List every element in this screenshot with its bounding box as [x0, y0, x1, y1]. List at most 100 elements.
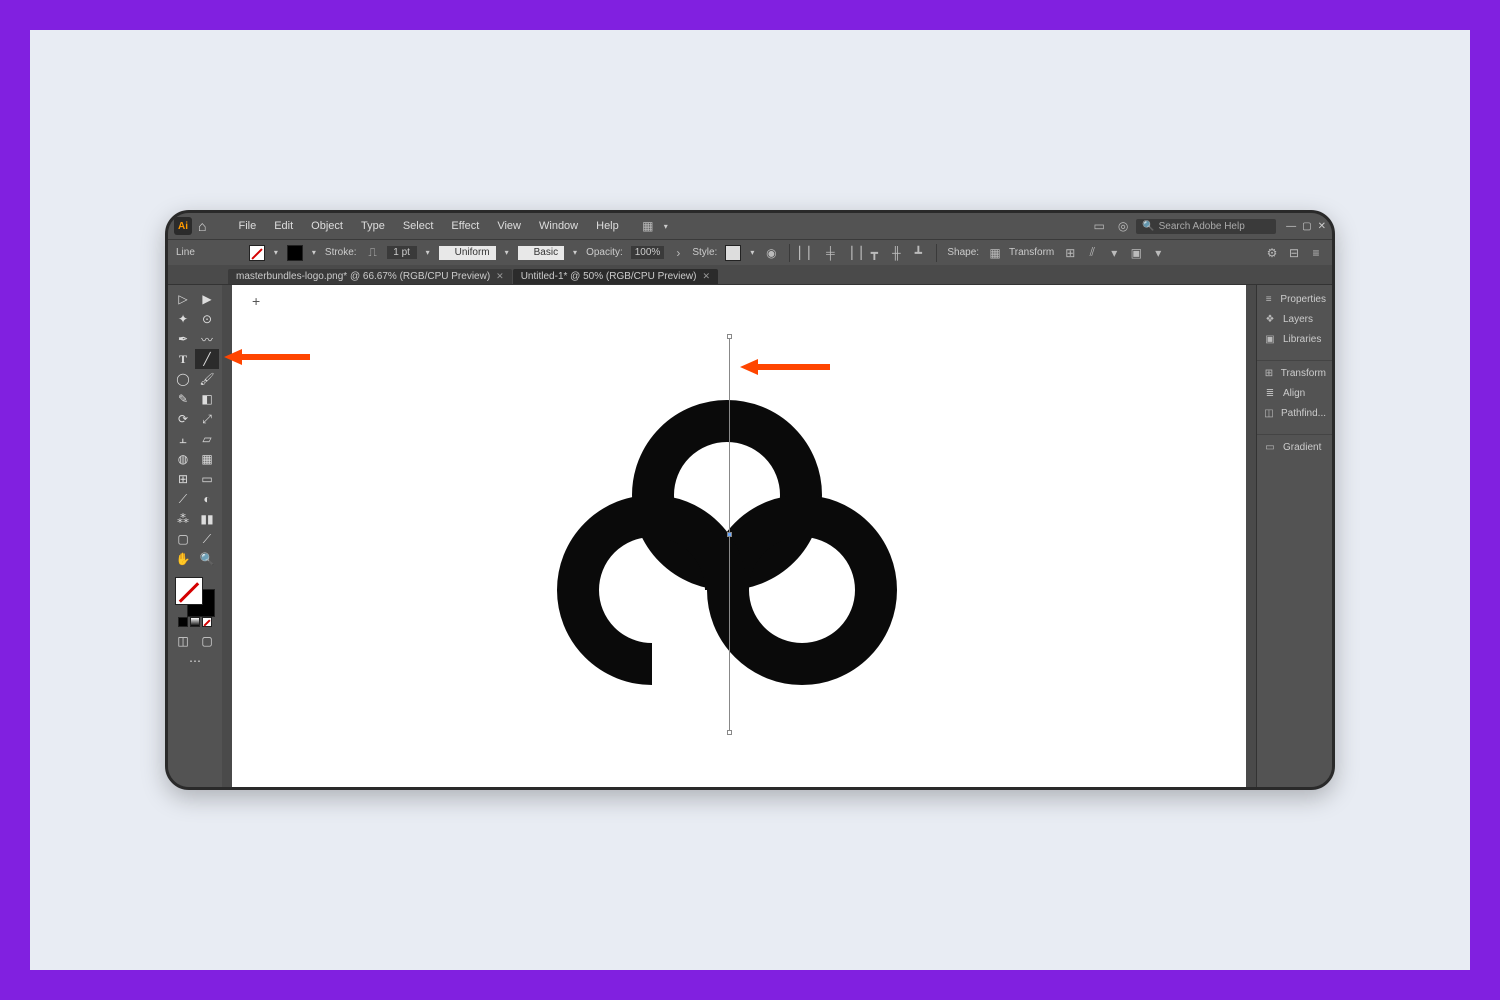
document-tabs: masterbundles-logo.png* @ 66.67% (RGB/CP… — [168, 265, 1332, 285]
workspace-switcher-icon[interactable]: ▦ — [639, 217, 657, 235]
style-swatch[interactable] — [725, 245, 741, 261]
menu-edit[interactable]: Edit — [266, 218, 301, 234]
scale-tool[interactable]: ⤢ — [195, 409, 219, 429]
gpu-performance-icon[interactable]: ◎ — [1114, 217, 1132, 235]
eraser-tool[interactable]: ◧ — [195, 389, 219, 409]
free-transform-tool[interactable]: ▱ — [195, 429, 219, 449]
fill-dropdown-icon[interactable]: ▾ — [271, 248, 281, 258]
zoom-tool[interactable]: 🔍 — [195, 549, 219, 569]
panel-properties[interactable]: ≡Properties — [1257, 289, 1332, 309]
shape-label: Shape: — [947, 247, 979, 258]
preferences-icon[interactable]: ⊟ — [1286, 245, 1302, 261]
lasso-tool[interactable]: ⊙ — [195, 309, 219, 329]
menu-window[interactable]: Window — [531, 218, 586, 234]
setup-icon[interactable]: ⚙ — [1264, 245, 1280, 261]
line-segment-tool[interactable]: ╱ — [195, 349, 219, 369]
symbol-sprayer-tool[interactable]: ⁂ — [171, 509, 195, 529]
tools-panel: ▷▶ ✦⊙ ✒〰 T╱ ◯🖌 ✎◧ ⟳⤢ ⫠▱ ◍▦ ⊞▭ ⟋◐ ⁂▮▮ ▢⟋ … — [168, 285, 222, 787]
width-tool[interactable]: ⫠ — [171, 429, 195, 449]
draw-mode-icon[interactable]: ◫ — [171, 631, 195, 651]
direct-selection-tool[interactable]: ▶ — [195, 289, 219, 309]
workspace-dropdown-icon[interactable]: ▾ — [661, 221, 671, 231]
opacity-field[interactable]: 100% — [631, 246, 665, 259]
align-left-icon[interactable]: ▏▏ — [800, 245, 816, 261]
panel-align[interactable]: ≣Align — [1257, 383, 1332, 403]
selection-tool[interactable]: ▷ — [171, 289, 195, 309]
eyedropper-tool[interactable]: ⟋ — [171, 489, 195, 509]
none-mode-icon[interactable] — [202, 617, 212, 627]
type-tool[interactable]: T — [171, 349, 195, 369]
libraries-icon: ▣ — [1263, 332, 1277, 346]
stroke-swatch[interactable] — [287, 245, 303, 261]
tab-close-icon[interactable]: ✕ — [702, 271, 710, 282]
perspective-tool[interactable]: ▦ — [195, 449, 219, 469]
panel-menu-icon[interactable]: ≡ — [1308, 245, 1324, 261]
transform-label[interactable]: Transform — [1009, 247, 1054, 258]
brush-definition[interactable]: Basic — [518, 246, 564, 260]
shape-builder-tool[interactable]: ◍ — [171, 449, 195, 469]
shape-icon[interactable]: ▦ — [987, 245, 1003, 261]
menu-select[interactable]: Select — [395, 218, 442, 234]
arrange-documents-icon[interactable]: ▭ — [1090, 217, 1108, 235]
gradient-tool[interactable]: ▭ — [195, 469, 219, 489]
blend-tool[interactable]: ◐ — [195, 489, 219, 509]
stroke-dropdown-icon[interactable]: ▾ — [309, 248, 319, 258]
stroke-weight-field[interactable]: 1 pt — [387, 246, 417, 259]
fill-stroke-control[interactable] — [173, 575, 217, 615]
panel-gradient[interactable]: ▭Gradient — [1257, 437, 1332, 457]
tab-masterbundles[interactable]: masterbundles-logo.png* @ 66.67% (RGB/CP… — [228, 269, 512, 284]
paintbrush-tool[interactable]: 🖌 — [195, 369, 219, 389]
panel-pathfinder[interactable]: ◫Pathfind... — [1257, 403, 1332, 423]
edit-toolbar-icon[interactable]: ⋯ — [183, 651, 207, 671]
mesh-tool[interactable]: ⊞ — [171, 469, 195, 489]
panel-layers[interactable]: ❖Layers — [1257, 309, 1332, 329]
search-placeholder: Search Adobe Help — [1159, 221, 1245, 232]
recolor-icon[interactable]: ◉ — [763, 245, 779, 261]
align-right-icon[interactable]: ▕▕ — [844, 245, 860, 261]
search-input[interactable]: 🔍Search Adobe Help — [1136, 219, 1276, 234]
shear-icon[interactable]: ⫽ — [1084, 245, 1100, 261]
menu-effect[interactable]: Effect — [443, 218, 487, 234]
panel-libraries[interactable]: ▣Libraries — [1257, 329, 1332, 349]
variable-width-profile[interactable]: Uniform — [439, 246, 496, 260]
slice-tool[interactable]: ⟋ — [195, 529, 219, 549]
maximize-icon[interactable]: ▢ — [1302, 221, 1311, 232]
line-endpoint-top[interactable] — [727, 334, 732, 339]
align-to-icon[interactable]: ▣ — [1128, 245, 1144, 261]
pencil-tool[interactable]: ✎ — [171, 389, 195, 409]
menu-help[interactable]: Help — [588, 218, 627, 234]
menu-file[interactable]: File — [230, 218, 264, 234]
fill-swatch[interactable] — [249, 245, 265, 261]
menu-view[interactable]: View — [489, 218, 529, 234]
align-top-icon[interactable]: ┳ — [866, 245, 882, 261]
curvature-tool[interactable]: 〰 — [195, 329, 219, 349]
color-mode-icon[interactable] — [178, 617, 188, 627]
pen-tool[interactable]: ✒ — [171, 329, 195, 349]
minimize-icon[interactable]: — — [1286, 221, 1296, 232]
hand-tool[interactable]: ✋ — [171, 549, 195, 569]
menu-object[interactable]: Object — [303, 218, 351, 234]
stroke-link-icon[interactable]: ⎍ — [365, 245, 381, 261]
column-graph-tool[interactable]: ▮▮ — [195, 509, 219, 529]
ellipse-tool[interactable]: ◯ — [171, 369, 195, 389]
canvas-area[interactable]: + — [222, 285, 1256, 787]
align-hcenter-icon[interactable]: ╪ — [822, 245, 838, 261]
align-vcenter-icon[interactable]: ╫ — [888, 245, 904, 261]
panel-transform[interactable]: ⊞Transform — [1257, 363, 1332, 383]
line-endpoint-bottom[interactable] — [727, 730, 732, 735]
align-bottom-icon[interactable]: ┻ — [910, 245, 926, 261]
magic-wand-tool[interactable]: ✦ — [171, 309, 195, 329]
artboard[interactable]: + — [232, 285, 1246, 787]
screen-mode-icon[interactable]: ▢ — [195, 631, 219, 651]
line-midpoint[interactable] — [727, 532, 732, 537]
rotate-tool[interactable]: ⟳ — [171, 409, 195, 429]
menu-type[interactable]: Type — [353, 218, 393, 234]
gradient-mode-icon[interactable] — [190, 617, 200, 627]
fill-color[interactable] — [175, 577, 203, 605]
home-icon[interactable]: ⌂ — [198, 218, 206, 234]
tab-close-icon[interactable]: ✕ — [496, 271, 504, 282]
isolate-icon[interactable]: ⊞ — [1062, 245, 1078, 261]
close-icon[interactable]: ✕ — [1318, 221, 1326, 232]
artboard-tool[interactable]: ▢ — [171, 529, 195, 549]
tab-untitled[interactable]: Untitled-1* @ 50% (RGB/CPU Preview) ✕ — [513, 269, 718, 284]
